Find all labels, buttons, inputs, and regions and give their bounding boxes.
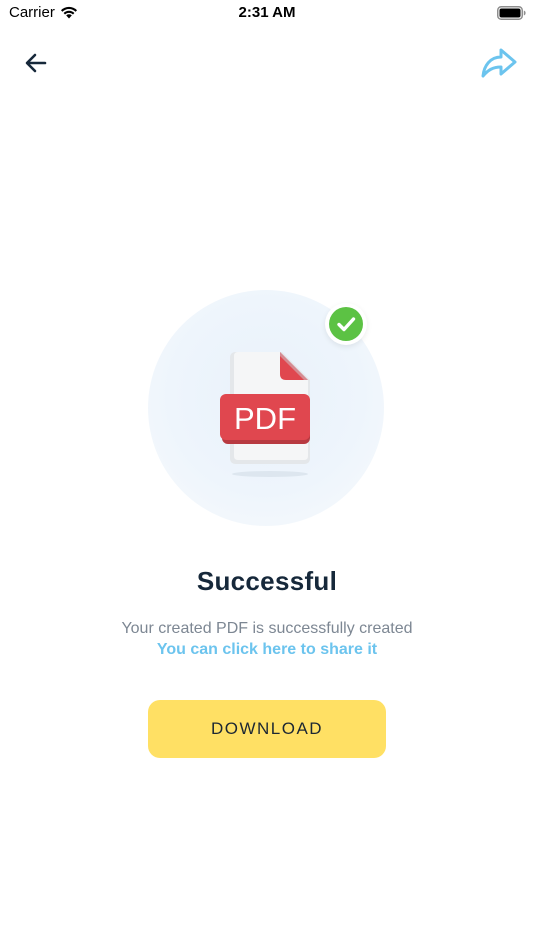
back-button[interactable] bbox=[20, 48, 52, 78]
check-icon bbox=[337, 317, 356, 332]
success-subtitle: Your created PDF is successfully created bbox=[121, 620, 413, 637]
arrow-left-icon bbox=[25, 53, 47, 73]
success-badge bbox=[325, 303, 367, 345]
pdf-file-icon: PDF bbox=[220, 352, 310, 477]
success-screen: Carrier 2:31 AM PDF Successful Your crea… bbox=[0, 0, 534, 950]
share-button[interactable] bbox=[480, 46, 518, 80]
status-time: 2:31 AM bbox=[238, 4, 296, 21]
share-forward-icon bbox=[481, 48, 517, 78]
success-title: Successful bbox=[196, 566, 338, 596]
status-bar: Carrier 2:31 AM bbox=[0, 0, 534, 28]
pdf-label: PDF bbox=[234, 401, 296, 436]
battery-icon bbox=[497, 6, 526, 20]
share-link[interactable]: You can click here to share it bbox=[0, 641, 534, 659]
download-button[interactable]: DOWNLOAD bbox=[148, 700, 386, 758]
success-illustration: PDF bbox=[148, 290, 384, 526]
